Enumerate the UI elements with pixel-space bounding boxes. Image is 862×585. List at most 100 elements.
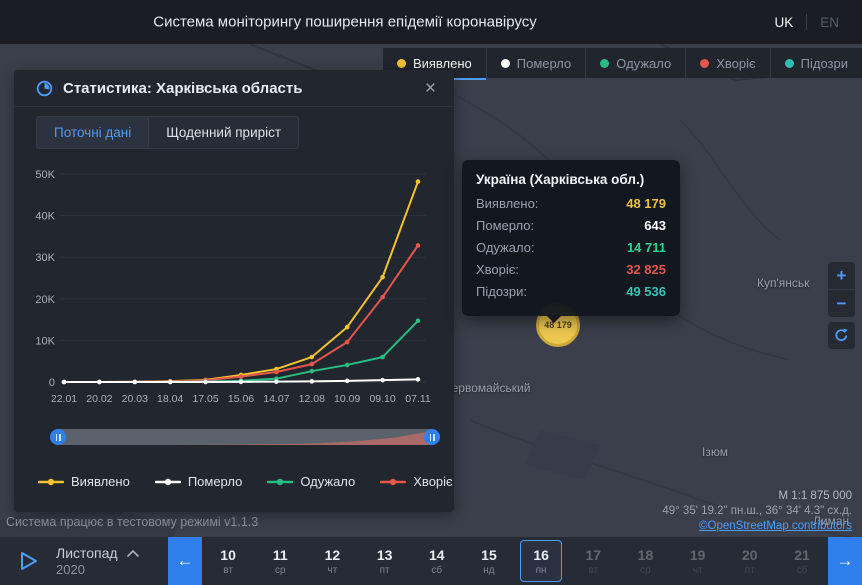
close-icon[interactable]: × (421, 77, 440, 100)
series-line-icon (154, 478, 181, 485)
day-number: 10 (220, 546, 236, 563)
app-header: Система моніторингу поширення епідемії к… (0, 0, 862, 44)
series-line-icon (267, 478, 294, 485)
day-weekday: вт (223, 564, 233, 576)
svg-text:20K: 20K (35, 294, 55, 306)
map-zoom-controls: + − (828, 262, 855, 317)
tooltip-row: Одужало: 14 711 (476, 240, 666, 255)
day-number: 19 (689, 546, 706, 563)
year-label: 2020 (56, 562, 85, 577)
tooltip-row-value: 32 825 (626, 262, 666, 277)
svg-text:40K: 40K (35, 211, 55, 223)
panel-header: Статистика: Харківська область × (14, 70, 454, 107)
timeline-day-15[interactable]: 15 нд (463, 537, 515, 585)
legend-item[interactable]: Померло (485, 48, 586, 78)
svg-text:12.08: 12.08 (299, 393, 325, 405)
timeline-day-12[interactable]: 12 чт (306, 537, 358, 585)
tooltip-row-value: 49 536 (626, 284, 666, 299)
tooltip-row-label: Підозри: (476, 284, 527, 299)
tooltip-row-label: Померло: (476, 218, 535, 233)
timeline-day-20[interactable]: 20 пт (724, 537, 776, 585)
statistics-chart: 0 10K 20K 30K 40K 50K 22.01 20.02 20.03 18.04 17.0… (20, 160, 432, 417)
day-weekday: нд (483, 564, 495, 576)
zoom-in-button[interactable]: + (828, 262, 855, 290)
day-weekday: сб (431, 564, 443, 576)
timeline-prev-button[interactable]: ← (168, 537, 202, 585)
map-scale: М 1:1 875 000 (778, 490, 852, 502)
svg-text:14.07: 14.07 (263, 393, 289, 405)
legend-label: Одужало (616, 55, 672, 71)
timeline-day-17[interactable]: 17 вт (567, 537, 619, 585)
chart-legend-item[interactable]: Померло (154, 474, 242, 489)
legend-item[interactable]: Одужало (585, 48, 685, 78)
date-timeline: Листопад 2020 ← 10 вт 11 ср 12 чт 13 пт 14 сб 15 нд… (0, 537, 862, 585)
day-weekday: ср (274, 564, 286, 576)
tooltip-row: Хворіє: 32 825 (476, 262, 666, 277)
day-number: 12 (324, 546, 341, 563)
svg-text:09.10: 09.10 (369, 393, 395, 405)
timeline-day-19[interactable]: 19 чт (672, 537, 724, 585)
tooltip-row-label: Виявлено: (476, 196, 539, 211)
map-legend-bar: Виявлено Померло Одужало Хворіє Підозри (382, 48, 862, 80)
map-refresh-button[interactable] (828, 322, 855, 349)
svg-text:50K: 50K (35, 169, 55, 181)
svg-text:10K: 10K (35, 335, 55, 347)
slider-minimap (58, 431, 432, 445)
slider-track[interactable] (58, 429, 432, 445)
panel-title: Статистика: Харківська область (63, 79, 303, 97)
day-number: 14 (428, 546, 445, 563)
slider-handle-left[interactable] (50, 429, 66, 445)
legend-item[interactable]: Підозри (769, 48, 862, 78)
timeline-day-14[interactable]: 14 сб (411, 537, 463, 585)
timeline-day-18[interactable]: 18 ср (619, 537, 671, 585)
tooltip-row: Виявлено: 48 179 (476, 196, 666, 211)
chart-legend-label: Хворіє (413, 474, 453, 489)
svg-text:20.03: 20.03 (122, 393, 148, 405)
timeline-day-21[interactable]: 21 сб (776, 537, 828, 585)
timeline-next-button[interactable]: → (828, 537, 862, 585)
chart-legend: Виявлено Померло Одужало Хворіє (38, 474, 453, 489)
chevron-up-icon (126, 549, 139, 557)
tab-daily-growth[interactable]: Щоденний приріст (148, 117, 299, 148)
legend-dot-icon (396, 58, 406, 68)
month-selector[interactable]: Листопад 2020 (56, 537, 168, 585)
day-weekday: сб (796, 564, 808, 576)
timeline-day-10[interactable]: 10 вт (202, 537, 254, 585)
legend-dot-icon (784, 58, 794, 68)
line-chart: 0 10K 20K 30K 40K 50K 22.01 20.02 20.03 18.04 17.0… (35, 169, 430, 405)
zoom-out-button[interactable]: − (828, 290, 855, 317)
svg-text:10.09: 10.09 (334, 393, 360, 405)
legend-label: Виявлено (412, 55, 472, 71)
legend-dot-icon (700, 58, 710, 68)
timeline-day-16[interactable]: 16 пн (515, 537, 567, 585)
series-line-icon (380, 478, 407, 485)
statistics-panel: Статистика: Харківська область × Поточні… (14, 70, 454, 512)
city-label: Первомайський (443, 381, 531, 395)
legend-item[interactable]: Хворіє (685, 48, 769, 78)
svg-text:22.01: 22.01 (51, 393, 77, 405)
chart-legend-item[interactable]: Виявлено (38, 474, 130, 489)
day-number: 21 (794, 546, 810, 563)
day-weekday: вт (588, 564, 599, 576)
play-button[interactable] (0, 537, 56, 585)
date-range-slider[interactable] (50, 426, 440, 448)
tooltip-row: Померло: 643 (476, 218, 666, 233)
slider-handle-right[interactable] (424, 429, 440, 445)
day-number: 20 (742, 546, 758, 563)
panel-tabs: Поточні дані Щоденний приріст (36, 116, 300, 149)
series-line-icon (38, 478, 64, 485)
timeline-day-11[interactable]: 11 ср (254, 537, 306, 585)
osm-attribution-link[interactable]: ©OpenStreetMap contributors (699, 520, 852, 532)
tooltip-row-value: 48 179 (626, 196, 666, 211)
lang-en-button[interactable]: EN (807, 15, 852, 30)
tooltip-arrow (546, 315, 562, 323)
day-weekday: пт (744, 564, 755, 576)
lang-uk-button[interactable]: UK (761, 15, 806, 30)
tab-current-data[interactable]: Поточні дані (37, 117, 149, 148)
chart-legend-item[interactable]: Одужало (267, 474, 355, 489)
timeline-day-13[interactable]: 13 пт (359, 537, 411, 585)
chart-legend-item[interactable]: Хворіє (380, 474, 453, 489)
day-number: 16 (533, 546, 549, 563)
tooltip-row-value: 643 (644, 218, 666, 233)
legend-dot-icon (600, 58, 610, 68)
